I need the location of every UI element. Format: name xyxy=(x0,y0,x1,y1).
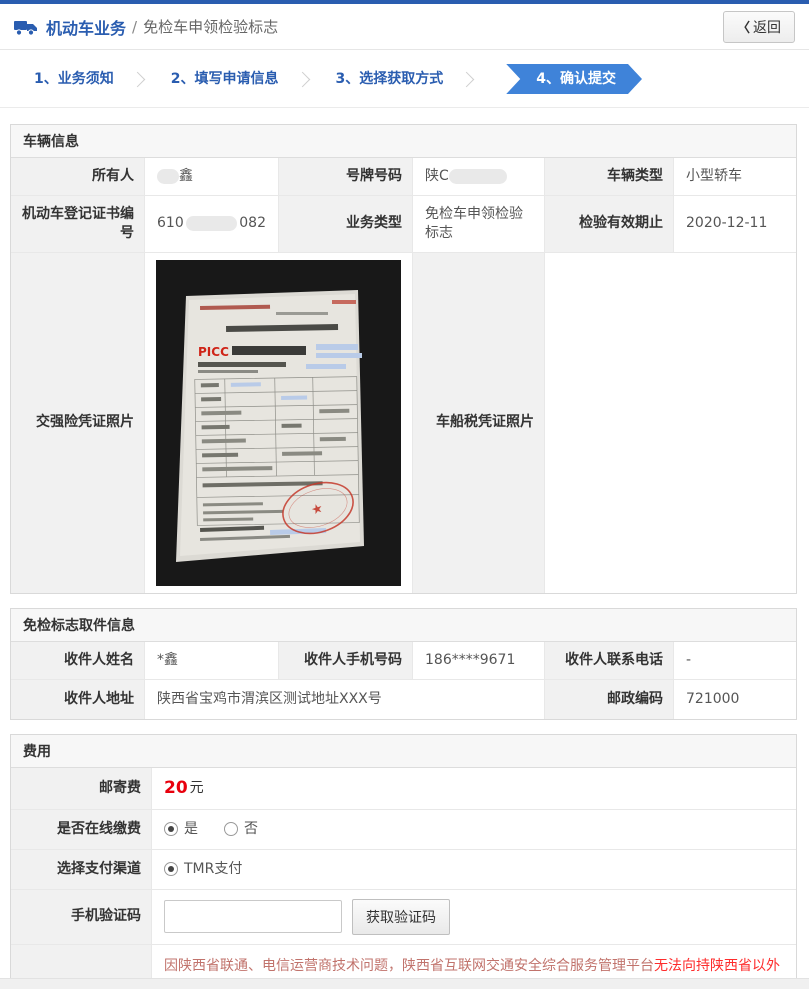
fee-panel: 费用 邮寄费 20 元 是否在线缴费 是 否 选择支付渠道 TMR支付 手机验证码… xyxy=(10,733,797,989)
pay-channel-label: 选择支付渠道 xyxy=(11,848,152,889)
table-row: 收件人地址 陕西省宝鸡市渭滨区测试地址XXX号 邮政编码 721000 xyxy=(11,678,796,719)
radio-online-pay-no[interactable]: 否 xyxy=(224,820,258,839)
photo-row: 交强险凭证照片 PICC ★ 车船税凭证照片 xyxy=(11,251,796,593)
tab-step-3[interactable]: 3、选择获取方式 xyxy=(326,64,454,94)
radio-no-label: 否 xyxy=(244,820,258,837)
step-tabs: 1、业务须知 2、填写申请信息 3、选择获取方式 4、确认提交 xyxy=(0,64,809,108)
online-pay-label: 是否在线缴费 xyxy=(11,808,152,849)
pay-channel-row: 选择支付渠道 TMR支付 xyxy=(11,848,796,889)
plate-value: 陕C xyxy=(413,158,545,195)
recipient-mobile-value: 186****9671 xyxy=(413,641,545,679)
app-title: 机动车业务 xyxy=(46,18,127,38)
postage-unit: 元 xyxy=(189,779,204,796)
postage-row: 邮寄费 20 元 xyxy=(11,767,796,809)
back-button-label: 返回 xyxy=(753,18,781,35)
table-row: 收件人姓名 *鑫 收件人手机号码 186****9671 收件人联系电话 - xyxy=(11,641,796,679)
insurance-photo[interactable]: PICC ★ xyxy=(156,259,401,586)
radio-unselected-icon xyxy=(224,821,238,836)
registration-cert-label: 机动车登记证书编号 xyxy=(11,194,145,252)
back-button[interactable]: 〈返回 xyxy=(722,10,795,43)
back-arrow-icon: 〈 xyxy=(736,19,750,35)
inspection-valid-value: 2020-12-11 xyxy=(674,194,796,252)
pay-channel-option-label: TMR支付 xyxy=(184,860,243,877)
captcha-input[interactable] xyxy=(164,900,342,933)
notice-segment-1: 因陕西省联通、电信运营商技术问题，陕西省互联网交通安全综合服务管理平台 xyxy=(164,957,654,974)
insurance-document-image: PICC ★ xyxy=(156,259,401,586)
chevron-right-icon xyxy=(294,71,310,87)
vehicle-info-panel: 车辆信息 所有人 鑫 号牌号码 陕C 车辆类型 小型轿车 机动车登记证书编号 6… xyxy=(10,124,797,594)
insurance-photo-cell: PICC ★ xyxy=(145,251,413,593)
pickup-info-panel: 免检标志取件信息 收件人姓名 *鑫 收件人手机号码 186****9671 收件… xyxy=(10,607,797,720)
radio-selected-icon xyxy=(164,821,178,836)
owner-value: 鑫 xyxy=(145,158,279,195)
online-pay-row: 是否在线缴费 是 否 xyxy=(11,808,796,849)
breadcrumb-separator: / xyxy=(132,17,138,36)
tax-photo-cell-empty xyxy=(545,251,796,593)
plate-label: 号牌号码 xyxy=(279,158,413,195)
captcha-label: 手机验证码 xyxy=(11,888,152,944)
radio-online-pay-yes[interactable]: 是 xyxy=(164,820,198,839)
table-row: 所有人 鑫 号牌号码 陕C 车辆类型 小型轿车 xyxy=(11,158,796,195)
vehicle-type-value: 小型轿车 xyxy=(674,158,796,195)
zip-code-label: 邮政编码 xyxy=(545,678,674,719)
radio-yes-label: 是 xyxy=(184,820,198,837)
truck-icon xyxy=(14,20,37,36)
business-type-label: 业务类型 xyxy=(279,194,413,252)
fee-title: 费用 xyxy=(11,734,796,768)
page-header: 机动车业务 / 免检车申领检验标志 〈返回 xyxy=(0,4,809,50)
postage-amount: 20 xyxy=(164,777,188,798)
tab-step-1[interactable]: 1、业务须知 xyxy=(24,64,124,94)
tax-photo-label: 车船税凭证照片 xyxy=(413,251,545,593)
postage-label: 邮寄费 xyxy=(11,767,152,809)
radio-pay-channel-tmr[interactable]: TMR支付 xyxy=(164,860,242,879)
recipient-name-value: *鑫 xyxy=(145,641,279,679)
recipient-phone-label: 收件人联系电话 xyxy=(545,641,674,679)
svg-text:PICC: PICC xyxy=(198,345,229,359)
inspection-valid-label: 检验有效期止 xyxy=(545,194,674,252)
recipient-phone-value: - xyxy=(674,641,796,679)
redaction-blur xyxy=(185,216,238,232)
zip-code-value: 721000 xyxy=(674,678,796,719)
captcha-row: 手机验证码 获取验证码 xyxy=(11,888,796,944)
captcha-field-group: 获取验证码 xyxy=(152,888,796,944)
chevron-right-icon xyxy=(458,71,475,87)
redaction-blur xyxy=(157,168,179,184)
page-title: 免检车申领检验标志 xyxy=(143,18,279,36)
pay-channel-options: TMR支付 xyxy=(152,848,796,889)
pickup-info-title: 免检标志取件信息 xyxy=(11,608,796,642)
business-type-value: 免检车申领检验标志 xyxy=(413,194,545,252)
recipient-mobile-label: 收件人手机号码 xyxy=(279,641,413,679)
vehicle-type-label: 车辆类型 xyxy=(545,158,674,195)
radio-selected-icon xyxy=(164,861,178,876)
table-row: 机动车登记证书编号 610 082 业务类型 免检车申领检验标志 检验有效期止 2… xyxy=(11,194,796,252)
redaction-blur xyxy=(448,168,507,184)
tab-step-2[interactable]: 2、填写申请信息 xyxy=(161,64,289,94)
get-captcha-button[interactable]: 获取验证码 xyxy=(352,898,450,935)
chevron-right-icon xyxy=(129,71,146,87)
bottom-strip xyxy=(0,978,809,989)
registration-cert-value: 610 082 xyxy=(145,194,279,252)
recipient-address-label: 收件人地址 xyxy=(11,678,145,719)
vehicle-info-title: 车辆信息 xyxy=(11,125,796,158)
tab-step-4-active[interactable]: 4、确认提交 xyxy=(506,64,642,94)
owner-label: 所有人 xyxy=(11,158,145,195)
online-pay-options: 是 否 xyxy=(152,808,796,849)
recipient-address-value: 陕西省宝鸡市渭滨区测试地址XXX号 xyxy=(145,678,545,719)
recipient-name-label: 收件人姓名 xyxy=(11,641,145,679)
insurance-photo-label: 交强险凭证照片 xyxy=(11,251,145,593)
postage-value: 20 元 xyxy=(152,767,796,809)
